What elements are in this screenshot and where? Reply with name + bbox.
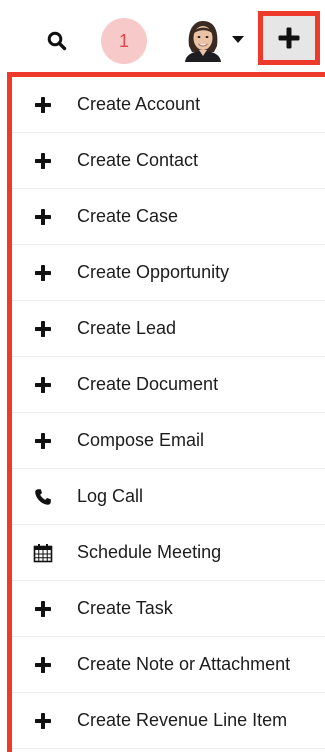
phone-icon	[32, 486, 54, 508]
plus-icon	[32, 262, 54, 284]
menu-item-create-revenue-line-item[interactable]: Create Revenue Line Item	[12, 693, 325, 749]
plus-icon	[32, 654, 54, 676]
menu-item-create-contact[interactable]: Create Contact	[12, 133, 325, 189]
menu-item-create-case[interactable]: Create Case	[12, 189, 325, 245]
menu-item-log-call[interactable]: Log Call	[12, 469, 325, 525]
calendar-icon	[32, 542, 54, 564]
menu-item-label: Create Case	[77, 206, 179, 226]
chevron-down-icon	[232, 35, 244, 43]
menu-item-label: Create Note or Attachment	[77, 654, 291, 674]
menu-item-schedule-meeting[interactable]: Schedule Meeting	[12, 525, 325, 581]
menu-item-label: Create Contact	[77, 150, 199, 170]
notifications-badge[interactable]: 1	[101, 18, 147, 64]
search-button[interactable]	[44, 28, 70, 54]
menu-item-label: Create Revenue Line Item	[77, 710, 288, 730]
menu-item-create-lead[interactable]: Create Lead	[12, 301, 325, 357]
menu-item-create-opportunity[interactable]: Create Opportunity	[12, 245, 325, 301]
plus-icon	[32, 374, 54, 396]
menu-item-create-task[interactable]: Create Task	[12, 581, 325, 637]
quick-create-button[interactable]	[258, 11, 320, 65]
notification-count: 1	[118, 30, 129, 51]
quick-create-menu: Create Account Create Contact Create Case C…	[7, 72, 325, 752]
menu-item-label: Log Call	[77, 486, 144, 506]
menu-item-label: Create Document	[77, 374, 219, 394]
plus-icon	[32, 710, 54, 732]
menu-item-create-note-or-attachment[interactable]: Create Note or Attachment	[12, 637, 325, 693]
menu-item-create-document[interactable]: Create Document	[12, 357, 325, 413]
plus-icon	[32, 94, 54, 116]
search-icon	[47, 31, 67, 51]
avatar	[180, 16, 226, 62]
menu-item-create-account[interactable]: Create Account	[12, 77, 325, 133]
menu-item-label: Schedule Meeting	[77, 542, 222, 562]
menu-item-label: Create Task	[77, 598, 173, 618]
user-profile-menu[interactable]	[180, 14, 250, 64]
menu-item-label: Create Opportunity	[77, 262, 230, 282]
top-navigation-bar: 1	[0, 0, 325, 70]
menu-item-label: Compose Email	[77, 430, 205, 450]
menu-item-label: Create Account	[77, 94, 201, 114]
menu-item-label: Create Lead	[77, 318, 177, 338]
plus-icon	[32, 318, 54, 340]
plus-icon	[32, 206, 54, 228]
menu-item-compose-email[interactable]: Compose Email	[12, 413, 325, 469]
plus-icon	[32, 430, 54, 452]
plus-icon	[32, 598, 54, 620]
plus-icon	[32, 150, 54, 172]
plus-icon	[278, 27, 300, 49]
quick-create-menu-list: Create Account Create Contact Create Case C…	[12, 77, 325, 749]
